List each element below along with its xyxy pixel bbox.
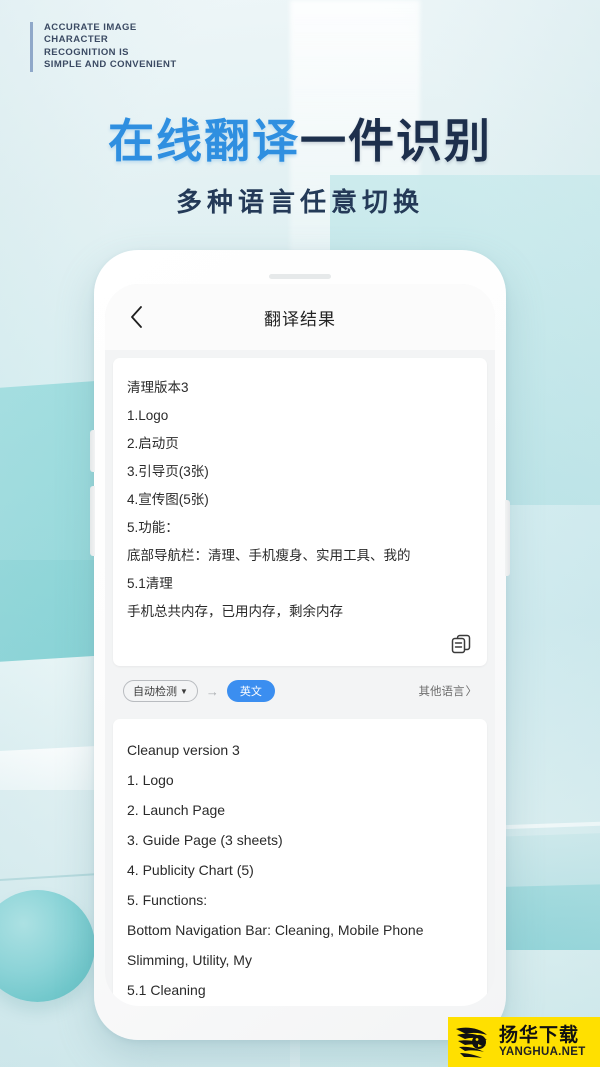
result-line: 5.1 Cleaning: [127, 982, 206, 998]
watermark-brand-en: YANGHUA.NET: [499, 1045, 586, 1058]
result-line: Bottom Navigation Bar: Cleaning, Mobile …: [127, 922, 424, 938]
source-line: 1.Logo: [127, 408, 169, 423]
phone-volume-down-button[interactable]: [90, 486, 95, 556]
source-line: 5.1清理: [127, 576, 173, 591]
promo-kicker-line-1: ACCURATE IMAGE: [44, 22, 137, 33]
phone-screen: 翻译结果 清理版本3 1.Logo 2.启动页 3.引导页(3张) 4.宣传图(…: [105, 284, 495, 1006]
language-selector-bar: 自动检测 ▼ → 英文 其他语言 〉: [113, 671, 487, 711]
source-language-label: 自动检测: [133, 686, 177, 698]
chevron-right-icon: 〉: [465, 686, 478, 698]
promo-subtitle: 多种语言任意切换: [175, 188, 424, 218]
promo-kicker: ACCURATE IMAGE CHARACTER RECOGNITION IS …: [30, 22, 177, 72]
other-languages-label: 其他语言: [418, 686, 465, 698]
source-line: 清理版本3: [127, 380, 189, 395]
watermark-brand-cn: 扬华下载: [499, 1023, 580, 1046]
result-line: Cleanup version 3: [127, 742, 240, 758]
chevron-left-icon: [130, 306, 142, 328]
target-language-selector[interactable]: 英文: [226, 680, 275, 702]
other-languages-button[interactable]: 其他语言 〉: [419, 683, 478, 699]
direction-arrow-icon: →: [205, 683, 219, 699]
source-language-selector[interactable]: 自动检测 ▼: [123, 680, 198, 702]
source-line: 2.启动页: [127, 436, 179, 451]
result-line: 1. Logo: [127, 772, 174, 788]
result-line: 3. Guide Page (3 sheets): [127, 832, 283, 848]
phone-volume-up-button[interactable]: [90, 430, 95, 472]
result-line: 4. Publicity Chart (5): [127, 862, 254, 878]
source-line: 4.宣传图(5张): [127, 492, 209, 507]
app-navigation-bar: 翻译结果: [105, 284, 495, 350]
result-line: 5. Functions:: [127, 892, 208, 908]
result-line: Slimming, Utility, My: [127, 952, 252, 968]
promo-headline-primary: 在线翻译: [108, 114, 300, 168]
page-title: 翻译结果: [264, 309, 336, 329]
watermark-badge[interactable]: 扬华下载 YANGHUA.NET: [448, 1017, 600, 1067]
result-line: 2. Launch Page: [127, 802, 226, 818]
phone-mockup: 翻译结果 清理版本3 1.Logo 2.启动页 3.引导页(3张) 4.宣传图(…: [90, 250, 510, 1040]
lion-logo-icon: [456, 1027, 487, 1058]
source-line: 3.引导页(3张): [127, 464, 209, 479]
promo-headline: 在线翻译一件识别: [0, 113, 600, 169]
promo-kicker-line-2: CHARACTER: [44, 34, 109, 46]
source-line: 手机总共内存，已用内存，剩余内存: [127, 604, 343, 619]
watermark-text: 扬华下载 YANGHUA.NET: [499, 1023, 586, 1059]
promo-kicker-line-3: RECOGNITION IS: [44, 46, 129, 58]
source-text-panel[interactable]: 清理版本3 1.Logo 2.启动页 3.引导页(3张) 4.宣传图(5张) 5…: [113, 358, 487, 666]
phone-power-button[interactable]: [505, 500, 510, 576]
promo-kicker-line-4: SIMPLE AND CONVENIENT: [44, 59, 177, 71]
chevron-down-icon: ▼: [180, 686, 188, 696]
phone-speaker-grille: [269, 274, 331, 279]
copy-source-button[interactable]: [449, 632, 473, 656]
back-button[interactable]: [119, 300, 153, 334]
promo-headline-secondary: 一件识别: [300, 114, 492, 168]
source-line: 5.功能：: [127, 520, 179, 535]
copy-icon: [451, 634, 471, 654]
translation-result-panel[interactable]: Cleanup version 3 1. Logo 2. Launch Page…: [113, 719, 487, 1006]
source-line: 底部导航栏：清理、手机瘦身、实用工具、我的: [127, 548, 411, 563]
